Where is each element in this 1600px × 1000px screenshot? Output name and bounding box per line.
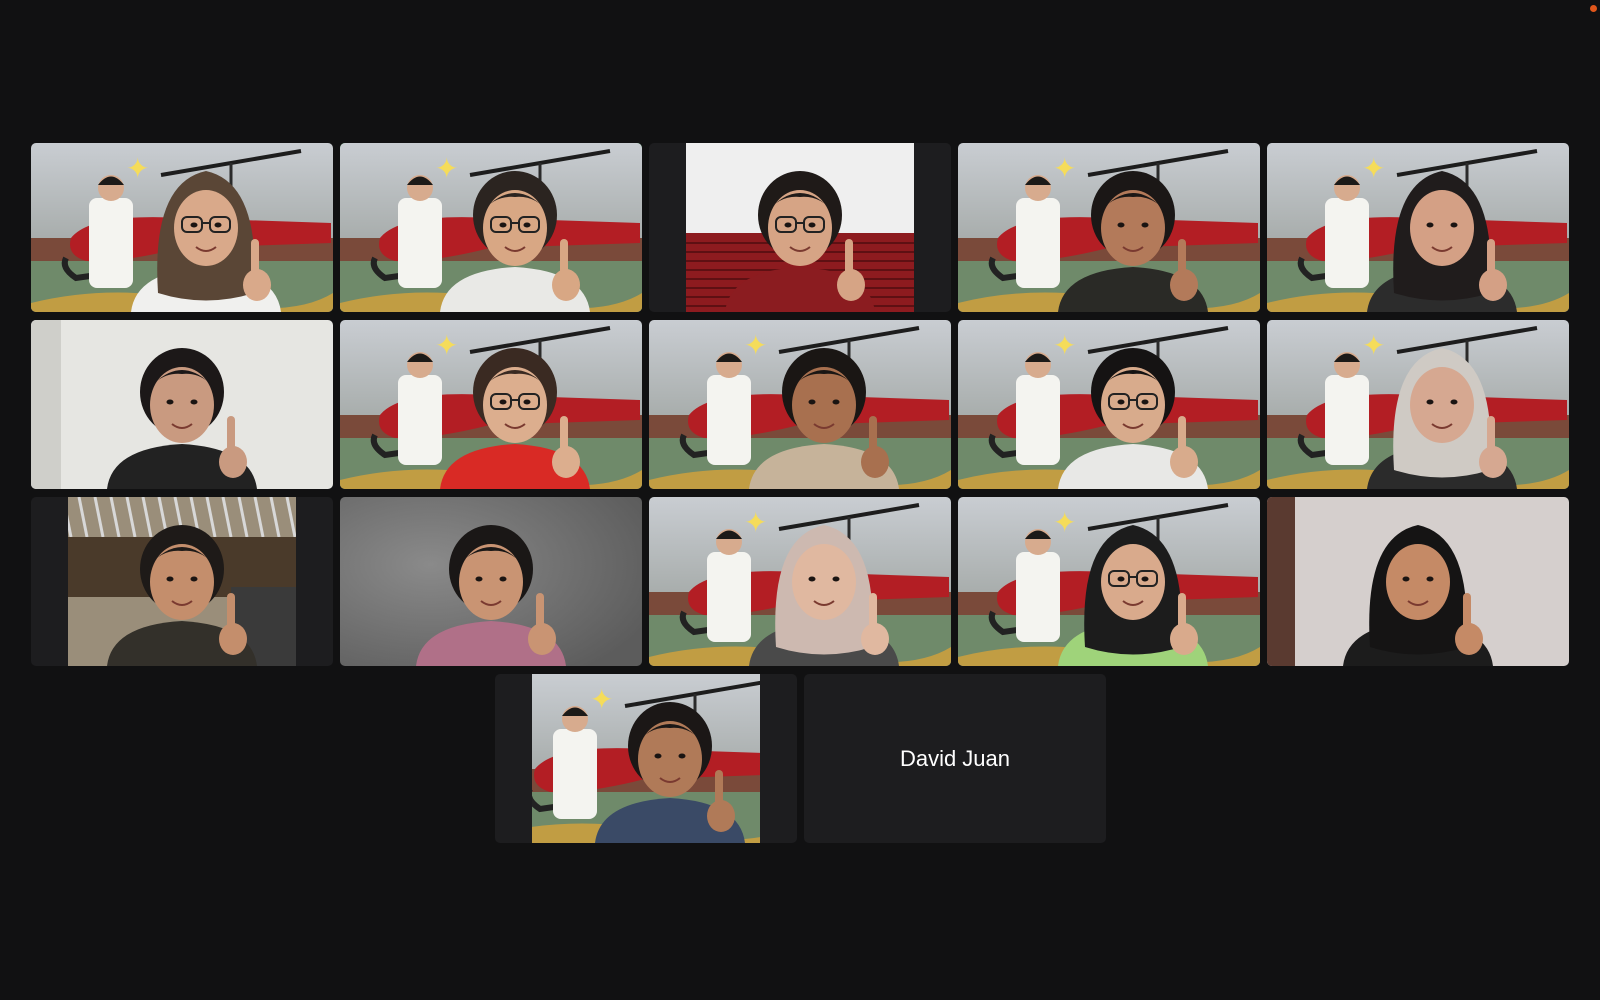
participant-video: ✦: [532, 674, 760, 843]
participant-tile[interactable]: ✦: [340, 320, 642, 489]
person-face: [150, 544, 214, 620]
recording-indicator-icon: [1590, 5, 1597, 12]
participant-video: ✦: [649, 320, 951, 489]
person-face: [638, 721, 702, 797]
participant-tile[interactable]: [340, 497, 642, 666]
participant-tile[interactable]: [31, 497, 333, 666]
hand: [1455, 623, 1483, 655]
participant-video: [31, 320, 333, 489]
sparkle-icon: ✦: [1362, 152, 1385, 185]
person-face: [1101, 367, 1165, 443]
sparkle-icon: ✦: [1053, 329, 1076, 362]
participant-video: [1267, 497, 1569, 666]
sparkle-icon: ✦: [126, 152, 149, 185]
sparkle-icon: ✦: [1053, 152, 1076, 185]
participant-tile-video-off[interactable]: David Juan: [804, 674, 1106, 843]
person-face: [483, 367, 547, 443]
participant-tile[interactable]: ✦: [1267, 143, 1569, 312]
hand: [552, 269, 580, 301]
participant-video: ✦: [958, 320, 1260, 489]
hand: [1170, 269, 1198, 301]
hand: [707, 800, 735, 832]
participant-tile[interactable]: [1267, 497, 1569, 666]
participant-tile-active-speaker[interactable]: ✦: [340, 143, 642, 312]
person-face: [1386, 544, 1450, 620]
sparkle-icon: ✦: [1362, 329, 1385, 362]
person-face: [1410, 190, 1474, 266]
participant-video: [340, 497, 642, 666]
hand: [219, 623, 247, 655]
participant-tile[interactable]: ✦: [1267, 320, 1569, 489]
person-face: [174, 190, 238, 266]
person-face: [792, 544, 856, 620]
sparkle-icon: ✦: [744, 506, 767, 539]
participant-video: ✦: [958, 497, 1260, 666]
hand: [861, 446, 889, 478]
participant-name: David Juan: [899, 745, 1011, 771]
sparkle-icon: ✦: [435, 152, 458, 185]
person-face: [1410, 367, 1474, 443]
sparkle-icon: ✦: [1053, 506, 1076, 539]
participant-tile[interactable]: ✦: [649, 497, 951, 666]
person-face: [150, 367, 214, 443]
person-face: [1101, 190, 1165, 266]
participant-tile[interactable]: ✦: [495, 674, 797, 843]
sparkle-icon: ✦: [435, 329, 458, 362]
sparkle-icon: ✦: [744, 329, 767, 362]
hand: [861, 623, 889, 655]
person-face: [483, 190, 547, 266]
hand: [243, 269, 271, 301]
participant-tile[interactable]: ✦: [958, 143, 1260, 312]
participant-video: ✦: [31, 143, 333, 312]
participant-video: ✦: [649, 497, 951, 666]
participant-video: ✦: [958, 143, 1260, 312]
hand: [552, 446, 580, 478]
participant-video: ✦: [340, 143, 642, 312]
participant-tile[interactable]: ✦: [31, 143, 333, 312]
hand: [528, 623, 556, 655]
person-face: [768, 190, 832, 266]
participant-tile[interactable]: ✦: [958, 320, 1260, 489]
participant-video: ✦: [340, 320, 642, 489]
hand: [837, 269, 865, 301]
hand: [1170, 446, 1198, 478]
person-face: [459, 544, 523, 620]
hand: [219, 446, 247, 478]
participant-tile[interactable]: [31, 320, 333, 489]
participant-video: [686, 143, 914, 312]
participant-tile[interactable]: ✦: [649, 320, 951, 489]
person-face: [792, 367, 856, 443]
hand: [1170, 623, 1198, 655]
participant-tile[interactable]: [649, 143, 951, 312]
hand: [1479, 269, 1507, 301]
participant-tile[interactable]: ✦: [958, 497, 1260, 666]
person-face: [1101, 544, 1165, 620]
participant-video: ✦: [1267, 320, 1569, 489]
video-gallery: ✦ ✦ ✦ ✦ ✦ ✦ ✦ ✦ ✦ ✦ ✦ David Juan: [0, 0, 1600, 1000]
participant-video: [68, 497, 296, 666]
participant-video: ✦: [1267, 143, 1569, 312]
sparkle-icon: ✦: [590, 683, 613, 716]
hand: [1479, 446, 1507, 478]
